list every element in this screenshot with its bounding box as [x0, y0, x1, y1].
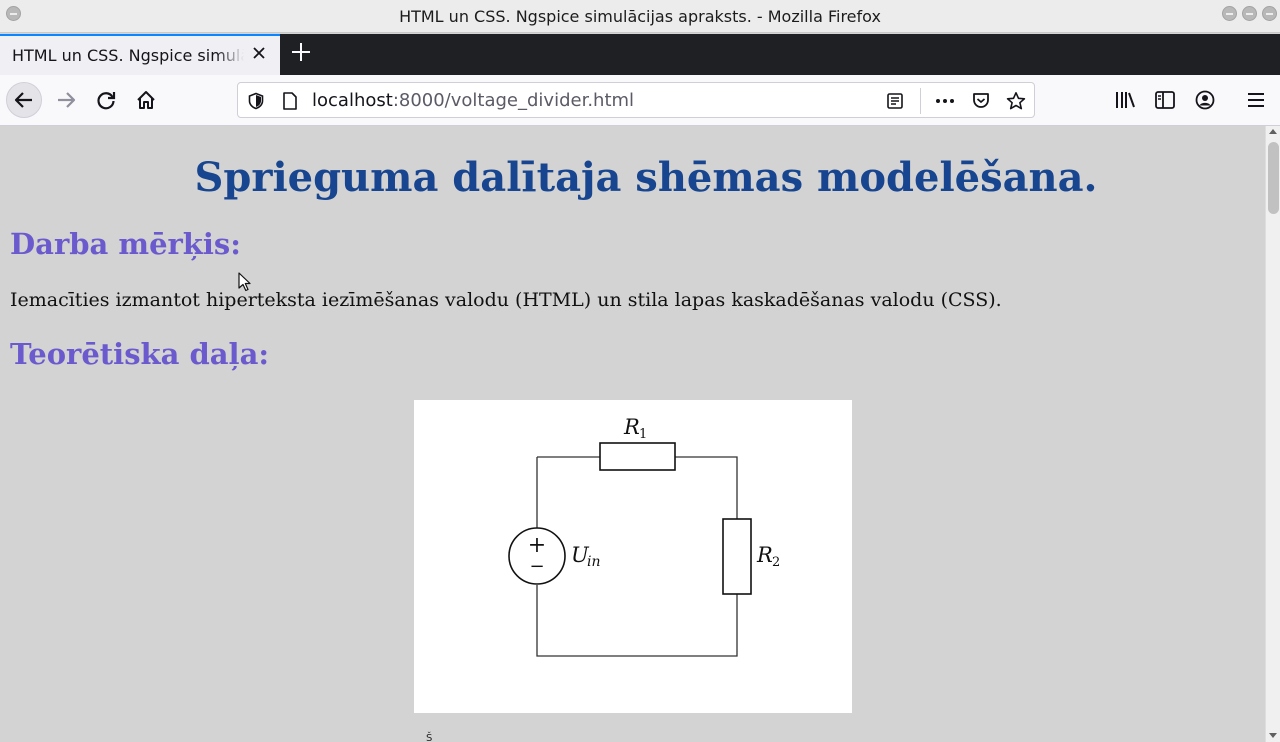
- forward-button[interactable]: [48, 82, 84, 118]
- uin-subscript: in: [587, 554, 601, 570]
- tab-close-icon[interactable]: [249, 45, 269, 65]
- url-host: localhost: [312, 90, 393, 111]
- url-path: :8000/voltage_divider.html: [392, 90, 635, 111]
- source-plus-sign: +: [528, 533, 546, 558]
- tab-strip: HTML un CSS. Ngspice simulācijas aprakst…: [0, 34, 1280, 75]
- url-divider: [920, 88, 921, 114]
- page-title: Sprieguma dalītaja shēmas modelēšana.: [194, 154, 1098, 201]
- resistor-r1: [599, 442, 676, 471]
- back-arrow-icon: [14, 92, 32, 108]
- more-actions-icon[interactable]: [934, 90, 956, 112]
- reload-icon: [97, 92, 116, 110]
- hamburger-menu-icon[interactable]: [1244, 88, 1268, 112]
- library-icon[interactable]: [1113, 88, 1137, 112]
- pocket-icon[interactable]: [970, 90, 992, 112]
- tab-title: HTML un CSS. Ngspice simulācijas aprakst…: [12, 46, 244, 65]
- back-button[interactable]: [6, 82, 42, 118]
- r2-subscript: 2: [772, 555, 780, 570]
- scroll-up-arrow-icon[interactable]: [1269, 129, 1277, 134]
- navigation-toolbar: localhost:8000/voltage_divider.html: [0, 75, 1280, 126]
- r1-subscript: 1: [639, 427, 647, 442]
- voltage-divider-circuit: + − R 1 R 2 U in: [508, 415, 780, 657]
- circuit-diagram-image: + − R 1 R 2 U in: [414, 400, 852, 713]
- sidebar-icon[interactable]: [1153, 88, 1177, 112]
- home-button[interactable]: [128, 82, 164, 118]
- tracking-shield-icon[interactable]: [245, 90, 267, 112]
- tab-active[interactable]: HTML un CSS. Ngspice simulācijas aprakst…: [0, 34, 280, 75]
- new-tab-button[interactable]: [288, 42, 314, 68]
- section-theory-heading: Teorētiska daļa:: [10, 337, 270, 371]
- home-icon: [137, 91, 155, 109]
- source-minus-sign: −: [529, 556, 544, 577]
- address-bar[interactable]: localhost:8000/voltage_divider.html: [237, 82, 1035, 118]
- scroll-down-arrow-icon[interactable]: [1269, 733, 1277, 738]
- account-icon[interactable]: [1193, 88, 1217, 112]
- resistor-r2: [722, 518, 752, 595]
- r1-label: R: [623, 415, 640, 439]
- window-minimize-button[interactable]: [1222, 6, 1237, 21]
- bookmark-star-icon[interactable]: [1005, 90, 1027, 112]
- window-maximize-button[interactable]: [1242, 6, 1257, 21]
- goal-paragraph: Iemacīties izmantot hiperteksta iezīmēša…: [10, 289, 1002, 311]
- cut-off-text: Š: [426, 733, 433, 742]
- r2-label: R: [756, 543, 773, 567]
- reload-button[interactable]: [88, 82, 124, 118]
- window-close-button[interactable]: [1262, 6, 1277, 21]
- plus-icon: [292, 43, 310, 61]
- vertical-scrollbar[interactable]: [1265, 126, 1280, 742]
- forward-arrow-icon: [58, 92, 76, 108]
- reader-view-icon[interactable]: [884, 90, 906, 112]
- scrollbar-thumb[interactable]: [1268, 142, 1279, 214]
- url-text[interactable]: localhost:8000/voltage_divider.html: [312, 90, 634, 111]
- window-titlebar: HTML un CSS. Ngspice simulācijas aprakst…: [0, 0, 1280, 33]
- mouse-cursor-icon: [238, 272, 251, 292]
- section-goal-heading: Darba mērķis:: [10, 227, 241, 261]
- page-content: Sprieguma dalītaja shēmas modelēšana. Da…: [0, 126, 1265, 742]
- page-icon[interactable]: [279, 90, 301, 112]
- window-title: HTML un CSS. Ngspice simulācijas aprakst…: [399, 7, 881, 26]
